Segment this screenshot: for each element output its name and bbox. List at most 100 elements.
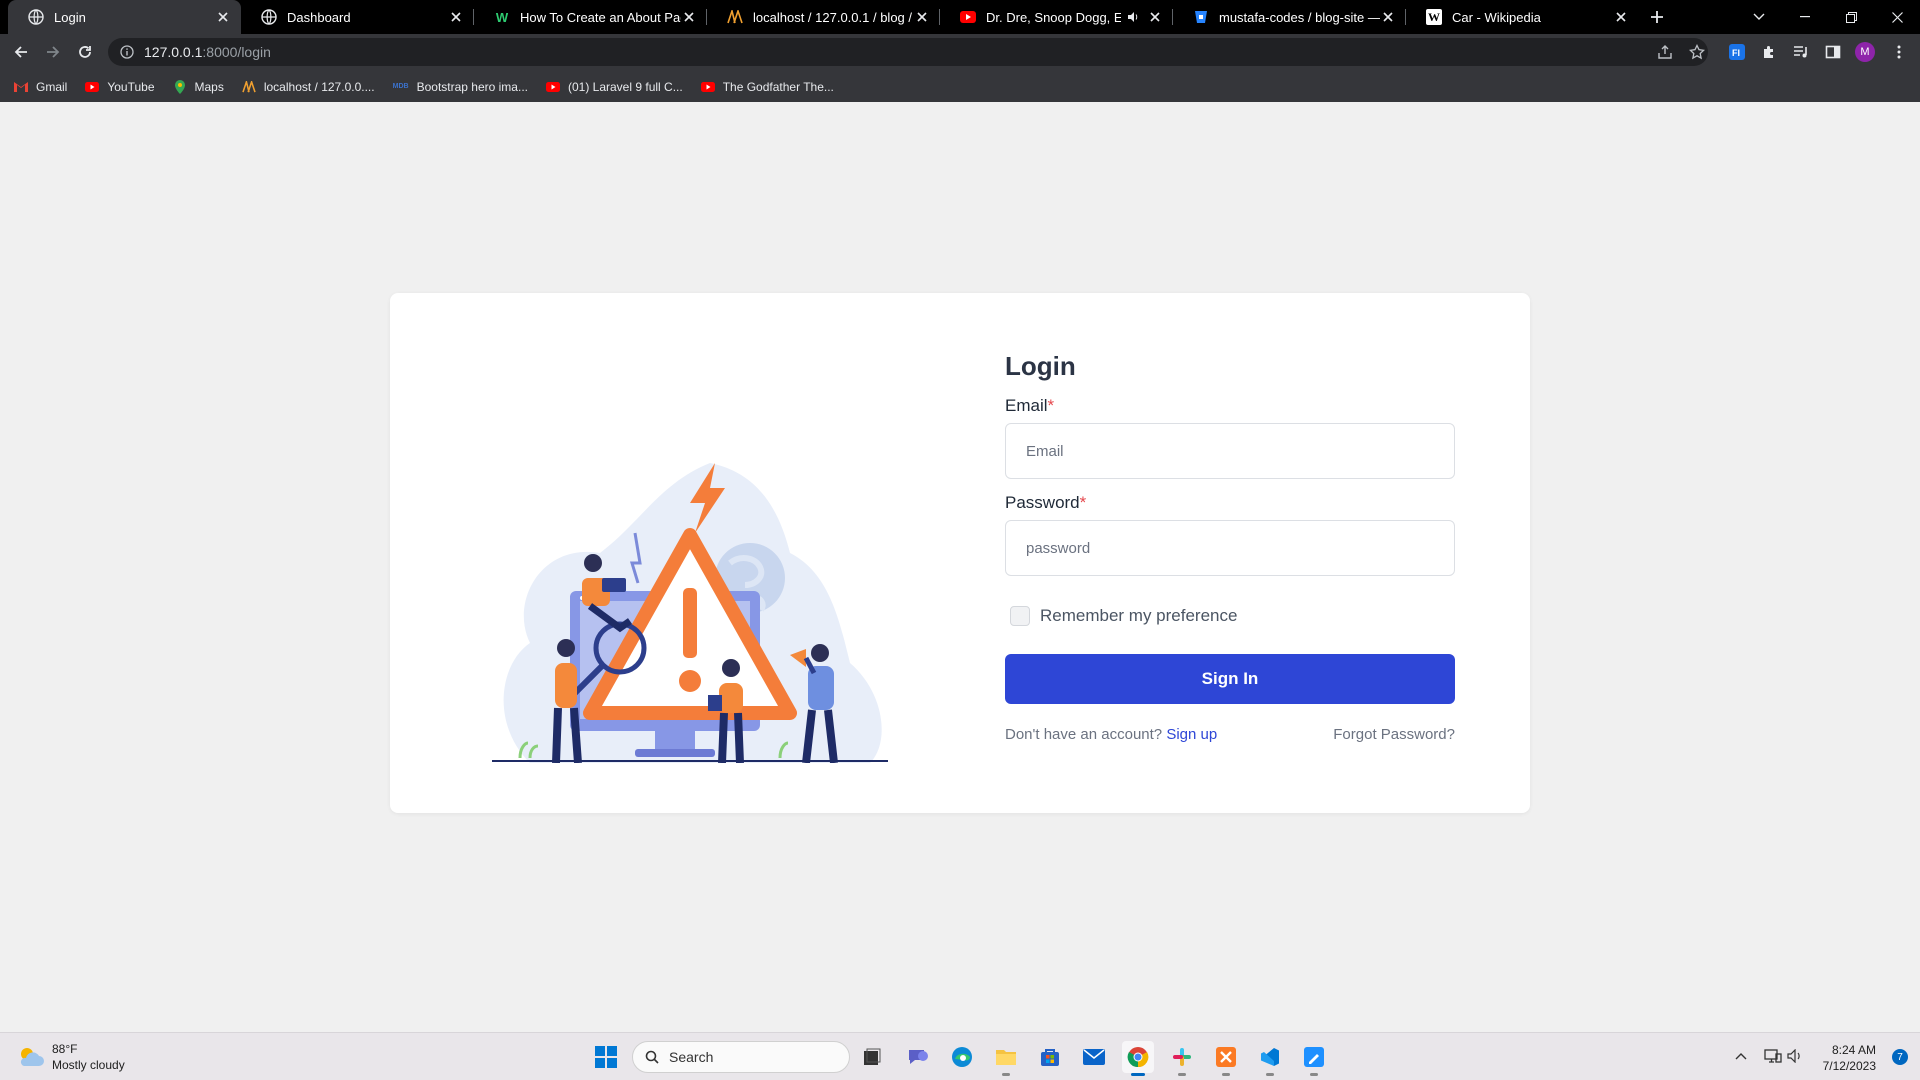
- account-links: Don't have an account? Sign up Forgot Pa…: [1005, 726, 1455, 743]
- temperature: 88°F: [52, 1042, 78, 1056]
- profile-avatar[interactable]: M: [1855, 42, 1875, 62]
- xampp-app[interactable]: [1210, 1041, 1242, 1076]
- gmail-icon: [14, 80, 28, 94]
- network-icon[interactable]: [1762, 1045, 1784, 1067]
- tab-about-page[interactable]: W How To Create an About Page: [474, 0, 707, 34]
- bookmark-youtube[interactable]: YouTube: [85, 80, 155, 94]
- warning-illustration: [492, 463, 888, 763]
- side-panel-icon[interactable]: [1823, 42, 1843, 62]
- bookmark-star-icon[interactable]: [1687, 42, 1707, 62]
- close-icon[interactable]: [448, 9, 464, 25]
- phpmyadmin-icon: [242, 80, 256, 94]
- paint-app[interactable]: [1298, 1041, 1330, 1076]
- password-field[interactable]: [1005, 520, 1455, 576]
- tab-login[interactable]: Login: [8, 0, 241, 34]
- show-hidden-icons-button[interactable]: [1730, 1045, 1752, 1067]
- bookmark-label: The Godfather The...: [722, 79, 834, 94]
- wikipedia-icon: W: [1426, 9, 1442, 25]
- arrow-right-icon: [47, 46, 60, 58]
- bookmarks-bar: Gmail YouTube Maps localhost / 127.0.0..…: [0, 71, 1920, 102]
- bookmark-godfather[interactable]: The Godfather The...: [700, 79, 834, 94]
- tab-title: mustafa-codes / blog-site — Bit: [1219, 9, 1380, 25]
- close-icon[interactable]: [681, 9, 697, 25]
- store-app[interactable]: [1034, 1041, 1066, 1073]
- youtube-icon: [545, 80, 560, 94]
- menu-icon[interactable]: [1889, 42, 1909, 62]
- bookmark-bootstrap[interactable]: MDB Bootstrap hero ima...: [393, 80, 528, 94]
- w-logo-icon: W: [495, 9, 509, 25]
- bookmark-maps[interactable]: Maps: [173, 79, 224, 94]
- chrome-app[interactable]: [1122, 1041, 1154, 1076]
- clock[interactable]: 8:24 AM 7/12/2023: [1823, 1042, 1876, 1074]
- taskbar-search[interactable]: Search: [632, 1041, 850, 1073]
- close-icon[interactable]: [1380, 9, 1396, 25]
- mail-app[interactable]: [1078, 1041, 1110, 1073]
- close-window-button[interactable]: [1874, 0, 1920, 34]
- vscode-app[interactable]: [1254, 1041, 1286, 1076]
- reload-button[interactable]: [70, 37, 100, 67]
- edge-icon: [952, 1047, 972, 1067]
- tab-phpmyadmin[interactable]: localhost / 127.0.0.1 / blog / po: [707, 0, 940, 34]
- tab-bitbucket[interactable]: mustafa-codes / blog-site — Bit: [1173, 0, 1406, 34]
- start-button[interactable]: [590, 1041, 622, 1073]
- file-explorer-app[interactable]: [990, 1041, 1022, 1076]
- close-icon[interactable]: [1147, 9, 1163, 25]
- url-text: 127.0.0.1:8000/login: [144, 44, 271, 60]
- search-icon: [645, 1050, 659, 1064]
- notification-badge[interactable]: 7: [1892, 1049, 1908, 1065]
- plus-icon: [1651, 11, 1663, 23]
- bookmark-label: (01) Laravel 9 full C...: [567, 79, 683, 94]
- bookmark-label: Maps: [194, 79, 224, 94]
- slack-app[interactable]: [1166, 1041, 1198, 1076]
- url-host: 127.0.0.1: [144, 44, 203, 60]
- close-icon[interactable]: [215, 9, 231, 25]
- tab-youtube-music[interactable]: Dr. Dre, Snoop Dogg, Emine: [940, 0, 1173, 34]
- restore-button[interactable]: [1828, 0, 1874, 34]
- task-view-button[interactable]: [856, 1041, 888, 1073]
- share-icon[interactable]: [1655, 42, 1675, 62]
- forgot-password-link[interactable]: Forgot Password?: [1333, 726, 1455, 743]
- edge-app[interactable]: [946, 1041, 978, 1073]
- new-tab-button[interactable]: [1639, 0, 1675, 34]
- running-indicator: [1178, 1073, 1186, 1076]
- tab-title: Login: [54, 9, 86, 25]
- running-indicator: [1222, 1073, 1230, 1076]
- required-mark: *: [1047, 396, 1055, 415]
- svg-text:FI: FI: [1732, 48, 1740, 58]
- extension-fi-icon[interactable]: FI: [1727, 42, 1747, 62]
- minimize-button[interactable]: [1782, 0, 1828, 34]
- volume-icon[interactable]: [1784, 1045, 1806, 1067]
- remember-checkbox[interactable]: [1010, 606, 1030, 626]
- sign-up-link[interactable]: Sign up: [1166, 726, 1217, 743]
- slack-icon: [1173, 1048, 1191, 1066]
- close-icon[interactable]: [1613, 9, 1629, 25]
- bookmark-gmail[interactable]: Gmail: [14, 80, 67, 94]
- email-field[interactable]: [1005, 423, 1455, 479]
- forward-button[interactable]: [38, 37, 68, 67]
- weather-widget[interactable]: 88°F Mostly cloudy: [18, 1041, 125, 1073]
- tab-strip: Login Dashboard W How To Create an About…: [0, 0, 1920, 34]
- close-icon[interactable]: [914, 9, 930, 25]
- email-label-text: Email: [1005, 396, 1048, 415]
- tab-search-button[interactable]: [1736, 0, 1782, 34]
- teams-app[interactable]: [902, 1041, 934, 1073]
- sign-in-button[interactable]: Sign In: [1005, 654, 1455, 704]
- page-title: Login: [1005, 351, 1076, 381]
- youtube-icon: [700, 80, 715, 94]
- address-bar[interactable]: 127.0.0.1:8000/login: [108, 38, 1708, 66]
- bookmark-phpmyadmin[interactable]: localhost / 127.0.0....: [242, 80, 375, 94]
- speaker-icon[interactable]: [1125, 9, 1141, 25]
- back-button[interactable]: [6, 37, 36, 67]
- tab-title: Dashboard: [287, 9, 351, 25]
- tab-dashboard[interactable]: Dashboard: [241, 0, 474, 34]
- media-control-icon[interactable]: [1791, 42, 1811, 62]
- tab-wikipedia[interactable]: W Car - Wikipedia: [1406, 0, 1639, 34]
- bitbucket-icon: [1193, 9, 1209, 25]
- password-label-text: Password: [1005, 493, 1080, 512]
- running-indicator: [1266, 1073, 1274, 1076]
- globe-icon: [28, 9, 44, 25]
- date: 7/12/2023: [1822, 1059, 1876, 1073]
- info-icon[interactable]: [120, 45, 134, 59]
- puzzle-icon[interactable]: [1759, 42, 1779, 62]
- bookmark-laravel[interactable]: (01) Laravel 9 full C...: [545, 79, 683, 94]
